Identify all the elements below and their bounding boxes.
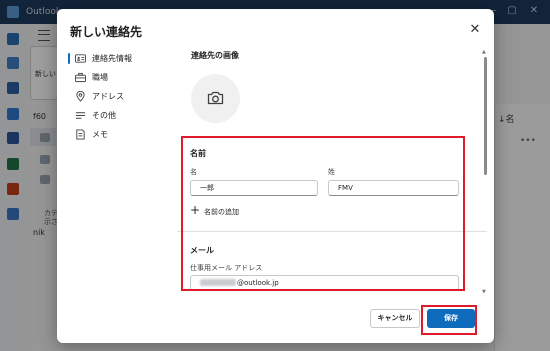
selected-indicator: [68, 53, 70, 64]
briefcase-icon: [75, 72, 86, 83]
nav-item-other[interactable]: その他: [66, 106, 176, 125]
nav-item-address[interactable]: アドレス: [66, 87, 176, 106]
work-email-value: @outlook.jp: [237, 279, 279, 287]
photo-heading: 連絡先の画像: [191, 51, 239, 60]
work-email-input[interactable]: @outlook.jp: [190, 275, 459, 291]
close-icon[interactable]: ✕: [467, 22, 483, 38]
last-name-input[interactable]: FMV: [328, 180, 459, 196]
scrollbar-thumb[interactable]: [484, 57, 487, 175]
last-name-label: 姓: [328, 168, 335, 176]
name-heading: 名前: [190, 149, 206, 158]
plus-icon: +: [190, 203, 201, 217]
new-contact-dialog: 新しい連絡先 ✕ 連絡先情報 職場 アドレス その他 メモ 連絡先の画像 名前 …: [57, 9, 494, 343]
scroll-up-arrow[interactable]: ▲: [482, 49, 486, 55]
nav-label: 職場: [92, 73, 108, 82]
nav-label: 連絡先情報: [92, 54, 132, 63]
save-button[interactable]: 保存: [427, 309, 475, 328]
contact-photo-button[interactable]: [191, 74, 240, 123]
section-nav: 連絡先情報 職場 アドレス その他 メモ: [66, 49, 176, 144]
note-icon: [76, 129, 85, 140]
dialog-title: 新しい連絡先: [70, 25, 143, 39]
nav-item-notes[interactable]: メモ: [66, 125, 176, 144]
section-divider: [177, 231, 487, 232]
work-email-label: 仕事用メール アドレス: [190, 264, 263, 272]
redacted-username: [200, 279, 236, 286]
nav-label: アドレス: [92, 92, 124, 101]
nav-label: その他: [92, 111, 116, 120]
add-name-label: 名前の追加: [204, 208, 239, 216]
form-content: 連絡先の画像 名前 名 一郎 姓 FMV + 名前の追加 メール 仕事用メール …: [177, 47, 487, 299]
contact-card-icon: [75, 54, 86, 63]
first-name-label: 名: [190, 168, 197, 176]
scroll-down-arrow[interactable]: ▼: [482, 289, 486, 295]
text-lines-icon: [75, 112, 86, 119]
camera-icon: [207, 91, 224, 105]
nav-item-contact-info[interactable]: 連絡先情報: [66, 49, 176, 68]
nav-item-work[interactable]: 職場: [66, 68, 176, 87]
nav-label: メモ: [92, 130, 108, 139]
email-heading: メール: [190, 246, 214, 255]
location-pin-icon: [76, 91, 85, 102]
cancel-button[interactable]: キャンセル: [370, 309, 420, 328]
first-name-input[interactable]: 一郎: [190, 180, 318, 196]
